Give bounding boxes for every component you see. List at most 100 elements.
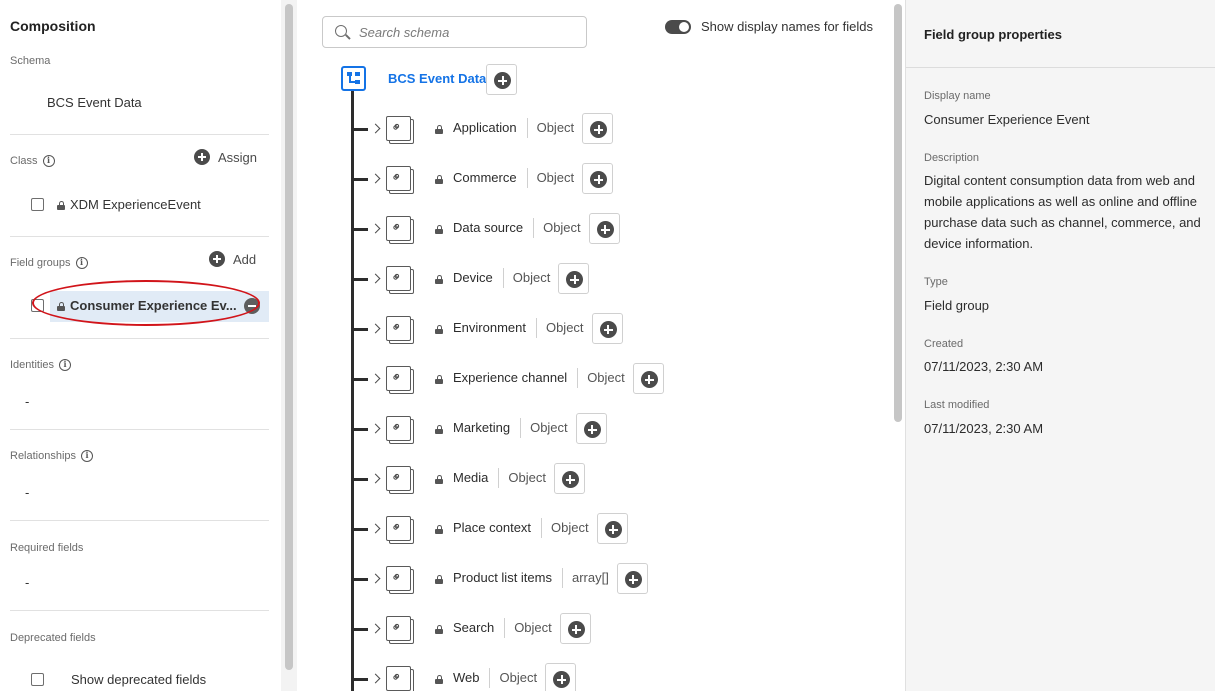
identities-label: Identities i (10, 359, 72, 371)
add-circle-icon (494, 72, 511, 89)
info-icon[interactable]: i (42, 155, 55, 167)
add-field-group-button[interactable]: Add (209, 251, 256, 267)
chevron-right-icon[interactable] (370, 173, 381, 184)
type-value: Field group (924, 298, 990, 313)
field-row[interactable]: ⚭ Application Object (351, 113, 891, 145)
info-icon[interactable]: i (75, 257, 88, 269)
lock-icon (435, 625, 443, 634)
field-name[interactable]: Environment (453, 320, 526, 335)
field-type: Object (530, 420, 568, 435)
field-name[interactable]: Data source (453, 220, 523, 235)
chevron-right-icon[interactable] (370, 123, 381, 134)
scrollbar-thumb[interactable] (285, 4, 293, 670)
field-row[interactable]: ⚭ Device Object (351, 263, 891, 295)
separator (526, 168, 528, 188)
chevron-right-icon[interactable] (370, 373, 381, 384)
field-name[interactable]: Place context (453, 520, 531, 535)
search-input[interactable] (359, 23, 579, 41)
search-schema-field[interactable] (322, 16, 587, 48)
info-icon[interactable]: i (59, 359, 72, 371)
chevron-right-icon[interactable] (370, 523, 381, 534)
center-scrollbar[interactable] (891, 0, 905, 691)
schema-name[interactable]: BCS Event Data (47, 95, 142, 110)
add-circle-icon (596, 221, 614, 238)
field-group-link-icon: ⚭ (386, 216, 414, 244)
add-field-button[interactable] (559, 613, 591, 644)
field-name[interactable]: Experience channel (453, 370, 567, 385)
toggle-switch[interactable] (665, 19, 691, 34)
field-row[interactable]: ⚭ Data source Object (351, 213, 891, 245)
add-circle-icon (590, 121, 608, 138)
field-row[interactable]: ⚭ Search Object (351, 613, 891, 645)
add-field-button[interactable] (588, 213, 620, 244)
field-name[interactable]: Device (453, 270, 493, 285)
add-field-button[interactable] (616, 563, 648, 594)
field-row[interactable]: ⚭ Environment Object (351, 313, 891, 345)
schema-editor: Composition Schema BCS Event Data Class i… (0, 0, 1215, 691)
chevron-right-icon[interactable] (370, 623, 381, 634)
field-name[interactable]: Marketing (453, 420, 510, 435)
class-checkbox[interactable] (31, 198, 44, 211)
type-label: Type (924, 276, 948, 288)
field-type: Object (499, 670, 538, 685)
chevron-right-icon[interactable] (370, 273, 381, 284)
field-name[interactable]: Search (453, 620, 494, 635)
add-circle-icon (194, 149, 210, 165)
add-circle-icon (567, 621, 585, 638)
lock-icon (435, 425, 443, 434)
info-icon[interactable]: i (81, 450, 94, 462)
field-type: Object (545, 320, 584, 335)
add-field-button[interactable] (558, 263, 590, 294)
chevron-right-icon[interactable] (370, 223, 381, 234)
field-row[interactable]: ⚭ Product list items array[] (351, 563, 891, 595)
divider (10, 429, 269, 430)
field-row[interactable]: ⚭ Marketing Object (351, 413, 891, 445)
field-row[interactable]: ⚭ Commerce Object (351, 163, 891, 195)
show-deprecated-label[interactable]: Show deprecated fields (71, 672, 206, 687)
add-field-button[interactable] (582, 163, 614, 194)
field-groups-label: Field groups i (10, 257, 88, 269)
add-field-button[interactable] (553, 463, 585, 494)
separator (561, 568, 563, 588)
field-row[interactable]: ⚭ Place context Object (351, 513, 891, 545)
field-row[interactable]: ⚭ Experience channel Object (351, 363, 891, 395)
tree-branch (351, 678, 368, 681)
assign-class-button[interactable]: Assign (194, 149, 257, 165)
separator (489, 668, 491, 688)
chevron-right-icon[interactable] (370, 423, 381, 434)
field-row[interactable]: ⚭ Web Object (351, 663, 891, 691)
schema-root-title[interactable]: BCS Event Data (388, 71, 486, 86)
separator (520, 418, 522, 438)
field-group-link-icon: ⚭ (386, 316, 414, 344)
field-name[interactable]: Application (453, 120, 517, 135)
add-field-button[interactable] (582, 113, 614, 144)
display-names-toggle[interactable]: Show display names for fields (665, 19, 873, 34)
add-field-button[interactable] (632, 363, 664, 394)
field-name[interactable]: Product list items (453, 570, 552, 585)
add-field-button[interactable] (545, 663, 577, 691)
field-type: Object (551, 520, 589, 535)
field-row[interactable]: ⚭ Media Object (351, 463, 891, 495)
class-item[interactable]: XDM ExperienceEvent (57, 197, 201, 212)
field-name[interactable]: Media (453, 470, 488, 485)
scrollbar-thumb[interactable] (894, 4, 902, 422)
chevron-right-icon[interactable] (370, 323, 381, 334)
field-name[interactable]: Commerce (453, 170, 517, 185)
left-scrollbar[interactable] (281, 0, 297, 691)
add-circle-icon (624, 571, 642, 588)
add-field-button[interactable] (486, 64, 517, 95)
chevron-right-icon[interactable] (370, 673, 381, 684)
add-circle-icon (599, 321, 617, 338)
tree-branch (351, 628, 368, 631)
add-circle-icon (566, 271, 584, 288)
tree-branch (351, 328, 368, 331)
add-field-button[interactable] (596, 513, 628, 544)
separator (498, 468, 500, 488)
add-field-button[interactable] (591, 313, 623, 344)
properties-title: Field group properties (924, 27, 1062, 42)
chevron-right-icon[interactable] (370, 473, 381, 484)
chevron-right-icon[interactable] (370, 573, 381, 584)
show-deprecated-checkbox[interactable] (31, 673, 44, 686)
field-name[interactable]: Web (453, 670, 480, 685)
add-field-button[interactable] (575, 413, 607, 444)
